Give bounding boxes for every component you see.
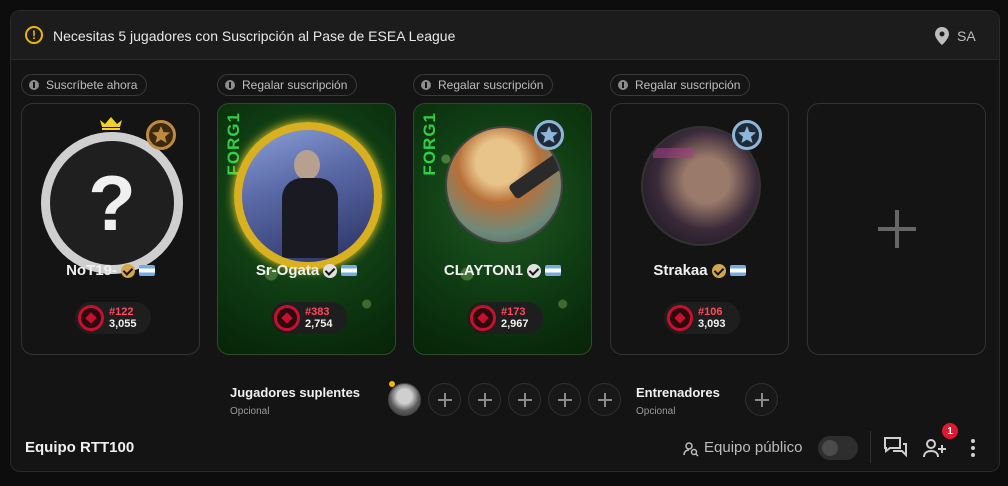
elo: 3,055 — [109, 318, 137, 330]
add-player-slot[interactable] — [807, 103, 986, 355]
add-substitute-button[interactable] — [428, 383, 461, 416]
level-badge-icon — [534, 120, 564, 150]
info-icon — [225, 80, 235, 90]
coaches-label: Entrenadores — [636, 385, 720, 400]
elo-display: #383 2,754 — [271, 302, 347, 334]
add-substitute-button[interactable] — [548, 383, 581, 416]
add-substitute-button[interactable] — [468, 383, 501, 416]
player-name[interactable]: CLAYTON1 — [444, 262, 523, 279]
elo-display: #122 3,055 — [75, 302, 151, 334]
player-card-2[interactable]: FORG1 Sr-Ogata #383 2,754 — [217, 103, 396, 355]
crown-icon — [100, 117, 122, 130]
chat-icon[interactable] — [883, 436, 909, 460]
faceit-level-icon — [274, 305, 300, 331]
invite-notification-badge: 1 — [942, 423, 958, 439]
add-substitute-button[interactable] — [588, 383, 621, 416]
forg-tag: FORG1 — [420, 112, 439, 176]
plus-icon — [877, 210, 916, 248]
level-badge-icon — [146, 120, 176, 150]
faceit-level-icon — [78, 305, 104, 331]
faceit-level-icon — [667, 305, 693, 331]
public-team-icon — [683, 442, 699, 457]
pill-label: Regalar suscripción — [242, 78, 348, 92]
pill-label: Regalar suscripción — [438, 78, 544, 92]
rank: #173 — [501, 306, 526, 318]
substitutes-label: Jugadores suplentes — [230, 385, 361, 400]
argentina-flag-icon — [138, 265, 155, 276]
pill-label: Suscríbete ahora — [46, 78, 138, 92]
gift-subscription-pill[interactable]: Regalar suscripción — [610, 74, 751, 96]
argentina-flag-icon — [341, 265, 358, 276]
add-substitute-button[interactable] — [508, 383, 541, 416]
rank: #383 — [305, 306, 330, 318]
divider — [870, 431, 871, 463]
verified-icon — [120, 263, 135, 278]
unknown-avatar-glyph: ? — [88, 158, 136, 247]
player-name[interactable]: NoT19- — [66, 262, 117, 279]
player-name[interactable]: Strakaa — [653, 262, 707, 279]
warning-icon: ! — [25, 26, 43, 44]
argentina-flag-icon — [729, 265, 746, 276]
substitute-avatar[interactable] — [388, 383, 421, 416]
rank: #122 — [109, 306, 134, 318]
toggle-knob — [822, 440, 838, 456]
avatar-placeholder: ? — [41, 132, 183, 274]
info-icon — [618, 80, 628, 90]
verified-icon — [323, 263, 338, 278]
elo-display: #173 2,967 — [467, 302, 543, 334]
banner-message: Necesitas 5 jugadores con Suscripción al… — [53, 28, 456, 44]
player-card-4[interactable]: Strakaa #106 3,093 — [610, 103, 789, 355]
elo-display: #106 3,093 — [664, 302, 740, 334]
argentina-flag-icon — [545, 265, 562, 276]
more-options-icon[interactable] — [963, 436, 983, 460]
verified-icon — [711, 263, 726, 278]
elo: 3,093 — [698, 318, 726, 330]
player-name[interactable]: Sr-Ogata — [256, 262, 319, 279]
location-pin-icon — [935, 27, 949, 45]
status-dot — [389, 381, 395, 387]
invite-player-icon[interactable] — [922, 436, 948, 460]
public-team-label: Equipo público — [704, 439, 803, 456]
player-card-3[interactable]: FORG1 CLAYTON1 #173 2,967 — [413, 103, 592, 355]
rank: #106 — [698, 306, 723, 318]
verified-icon — [527, 263, 542, 278]
subscription-warning-banner: ! Necesitas 5 jugadores con Suscripción … — [11, 11, 999, 60]
player-avatar — [234, 122, 382, 270]
level-badge-icon — [732, 120, 762, 150]
pill-label: Regalar suscripción — [635, 78, 741, 92]
gift-subscription-pill[interactable]: Regalar suscripción — [217, 74, 358, 96]
gift-subscription-pill[interactable]: Regalar suscripción — [413, 74, 554, 96]
elo: 2,754 — [305, 318, 333, 330]
public-team-toggle[interactable] — [818, 436, 858, 460]
subscribe-now-pill[interactable]: Suscríbete ahora — [21, 74, 148, 96]
team-panel: ! Necesitas 5 jugadores con Suscripción … — [10, 10, 1000, 472]
add-coach-button[interactable] — [745, 383, 778, 416]
substitutes-optional: Opcional — [230, 406, 270, 417]
coaches-optional: Opcional — [636, 406, 676, 417]
info-icon — [29, 80, 39, 90]
team-name: Equipo RTT100 — [25, 439, 135, 456]
player-card-1[interactable]: ? NoT19- #122 3,055 — [21, 103, 200, 355]
info-icon — [421, 80, 431, 90]
faceit-level-icon — [470, 305, 496, 331]
elo: 2,967 — [501, 318, 529, 330]
region-label: SA — [957, 28, 976, 44]
